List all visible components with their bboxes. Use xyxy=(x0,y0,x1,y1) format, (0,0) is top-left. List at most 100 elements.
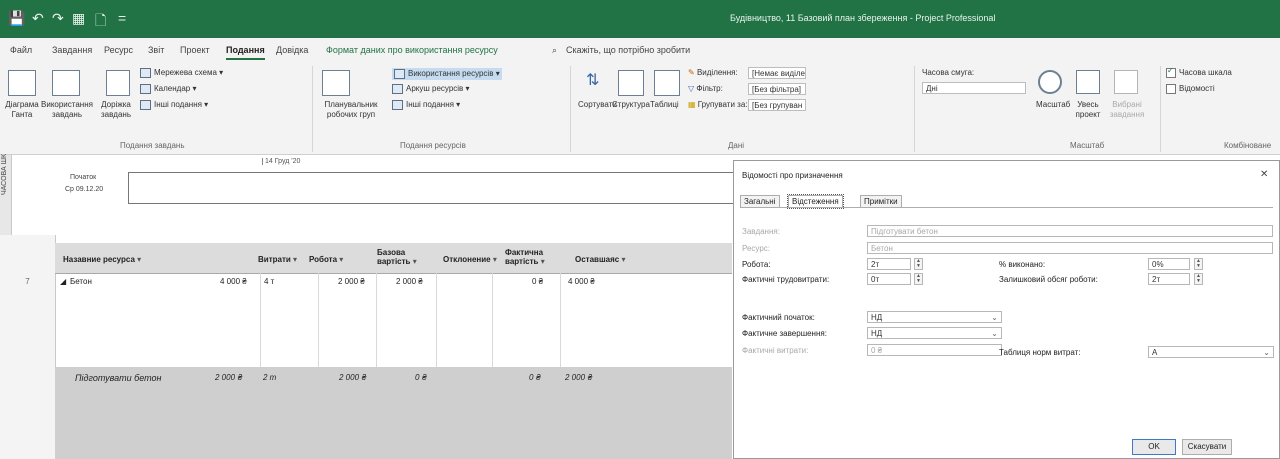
column-header-variance[interactable]: Отклонение ▾ xyxy=(443,255,497,264)
zoom-button[interactable]: Масштаб xyxy=(1036,100,1070,110)
dialog-title: Відомості про призначення xyxy=(742,171,843,180)
column-header-work[interactable]: Робота ▾ xyxy=(309,255,343,264)
gantt-chart-icon[interactable] xyxy=(8,70,36,96)
remaining-work-input[interactable]: 2т xyxy=(1148,273,1190,285)
resource-sheet-button[interactable]: Аркуш ресурсів ▾ xyxy=(392,84,470,94)
row-header-column xyxy=(0,235,56,459)
tab-resource-usage-format[interactable]: Формат даних про використання ресурсу xyxy=(326,45,498,55)
filter-dropdown[interactable]: [Без фільтра] xyxy=(748,83,806,95)
team-planner-icon[interactable] xyxy=(322,70,350,96)
column-header-cost[interactable]: Витрати ▾ xyxy=(258,255,297,264)
outline-button[interactable]: Структура xyxy=(612,100,650,110)
checkbox-checked-icon xyxy=(1166,66,1176,78)
gantt-chart-button[interactable]: Діаграма Ганта xyxy=(2,100,42,120)
other-views-button[interactable]: Інші подання ▾ xyxy=(140,100,208,110)
tab-help[interactable]: Довідка xyxy=(276,45,308,55)
collapse-icon[interactable]: ◢ xyxy=(60,277,66,286)
actual-start-input[interactable]: НД ⌄ xyxy=(867,311,1002,323)
timeline-date-marker: 14 Груд '20 xyxy=(262,158,300,165)
chevron-down-icon[interactable]: ⌄ xyxy=(1263,347,1270,357)
search-icon[interactable]: ⌕ xyxy=(552,45,557,56)
save-icon[interactable]: 💾 xyxy=(8,10,25,27)
redo-icon[interactable]: ↷ xyxy=(52,10,64,27)
other-views-resource-button[interactable]: Інші подання ▾ xyxy=(392,100,460,110)
team-planner-button[interactable]: Планувальник робочих груп xyxy=(322,100,380,120)
baseline-cost-cell[interactable]: 2 000 ₴ xyxy=(338,277,365,286)
new-file-icon[interactable]: 🗋 xyxy=(95,10,106,34)
chevron-down-icon[interactable]: ⌄ xyxy=(991,312,998,322)
tables-icon[interactable] xyxy=(654,70,680,96)
percent-complete-label: % виконано: xyxy=(999,260,1046,269)
highlight-icon: ✎ xyxy=(688,68,695,77)
cost-cell[interactable]: 4 000 ₴ xyxy=(220,277,247,286)
remaining-cost-cell[interactable]: 4 000 ₴ xyxy=(568,277,595,286)
rate-table-label: Таблиця норм витрат: xyxy=(999,348,1081,357)
column-header-remaining[interactable]: Оставшаяс ▾ xyxy=(575,255,625,264)
resource-usage-icon xyxy=(394,69,405,79)
work-input[interactable]: 2т xyxy=(867,258,911,270)
resource-name-cell[interactable]: Бетон xyxy=(70,277,92,286)
calendar-button[interactable]: Календар ▾ xyxy=(140,84,196,94)
remaining-work-spinner[interactable]: ▲ ▼ xyxy=(1194,273,1203,285)
tab-report[interactable]: Звіт xyxy=(148,45,164,55)
actual-cost-label: Фактичні витрати: xyxy=(742,346,809,355)
assignment-cost-cell[interactable]: 2 000 ₴ xyxy=(215,373,243,382)
sort-icon[interactable]: ⇅ xyxy=(586,70,604,94)
percent-complete-input[interactable]: 0% xyxy=(1148,258,1190,270)
timeline-bar[interactable] xyxy=(128,172,740,204)
tables-button[interactable]: Таблиці xyxy=(650,100,679,110)
actual-cost-field: 0 ₴ xyxy=(867,344,1002,356)
tab-task[interactable]: Завдання xyxy=(52,45,92,55)
resource-usage-button[interactable]: Використання ресурсів ▾ xyxy=(392,68,502,81)
customize-qat-icon[interactable]: = xyxy=(118,10,126,26)
work-spinner[interactable]: ▲ ▼ xyxy=(914,258,923,270)
outline-icon[interactable] xyxy=(618,70,644,96)
entire-project-icon[interactable] xyxy=(1076,70,1100,94)
task-label: Завдання: xyxy=(742,227,780,236)
tab-project[interactable]: Проект xyxy=(180,45,210,55)
actual-finish-input[interactable]: НД ⌄ xyxy=(867,327,1002,339)
assignment-work-cell[interactable]: 2 т xyxy=(263,373,276,382)
cancel-button[interactable]: Скасувати xyxy=(1182,439,1232,455)
ok-button[interactable]: OK xyxy=(1132,439,1176,455)
assignment-name-cell[interactable]: Підготувати бетон xyxy=(75,373,161,383)
highlight-dropdown[interactable]: [Немає виділе xyxy=(748,67,806,79)
sort-button[interactable]: Сортувати xyxy=(578,100,617,110)
assignment-variance-cell[interactable]: 0 ₴ xyxy=(415,373,427,382)
table-row[interactable]: Підготувати бетон 2 000 ₴ 2 т 2 000 ₴ 0 … xyxy=(55,367,732,459)
details-checkbox[interactable]: Відомості xyxy=(1166,84,1215,94)
tell-me-search[interactable]: Скажіть, що потрібно зробити xyxy=(566,45,690,55)
tab-file[interactable]: Файл xyxy=(10,45,32,55)
percent-complete-spinner[interactable]: ▲ ▼ xyxy=(1194,258,1203,270)
variance-cell[interactable]: 2 000 ₴ xyxy=(396,277,423,286)
actual-work-spinner[interactable]: ▲ ▼ xyxy=(914,273,923,285)
actual-cost-cell[interactable]: 0 ₴ xyxy=(532,277,543,286)
tab-resource[interactable]: Ресурс xyxy=(104,45,133,55)
work-cell[interactable]: 4 т xyxy=(264,277,274,286)
column-header-name[interactable]: Назавние ресурса ▾ xyxy=(63,255,141,264)
task-board-icon[interactable] xyxy=(106,70,130,96)
task-usage-icon[interactable] xyxy=(52,70,80,96)
column-divider xyxy=(492,273,493,367)
task-board-button[interactable]: Доріжка завдань xyxy=(94,100,138,120)
assignment-baseline-cell[interactable]: 2 000 ₴ xyxy=(339,373,367,382)
tab-view[interactable]: Подання xyxy=(226,45,265,60)
assignment-remaining-cell[interactable]: 2 000 ₴ xyxy=(565,373,593,382)
zoom-icon[interactable] xyxy=(1038,70,1062,94)
rate-table-select[interactable]: A ⌄ xyxy=(1148,346,1274,358)
undo-icon[interactable]: ↶ xyxy=(32,10,44,27)
table-icon[interactable]: ▦ xyxy=(72,10,85,27)
actual-work-input[interactable]: 0т xyxy=(867,273,911,285)
assignment-actual-cell[interactable]: 0 ₴ xyxy=(529,373,541,382)
column-header-baseline-cost[interactable]: Базова вартість ▾ xyxy=(377,248,417,266)
resource-sheet-icon xyxy=(392,84,403,94)
column-header-actual-cost[interactable]: Фактична вартість ▾ xyxy=(505,248,545,266)
group-by-dropdown[interactable]: [Без групуван xyxy=(748,99,806,111)
network-diagram-button[interactable]: Мережева схема ▾ xyxy=(140,68,223,78)
close-icon[interactable]: ✕ xyxy=(1260,169,1268,180)
entire-project-button[interactable]: Увесь проект xyxy=(1070,100,1106,120)
task-usage-button[interactable]: Використання завдань xyxy=(40,100,94,120)
chevron-down-icon[interactable]: ⌄ xyxy=(991,328,998,338)
timeline-checkbox[interactable]: Часова шкала xyxy=(1166,66,1232,78)
timescale-dropdown[interactable]: Дні xyxy=(922,82,1026,94)
